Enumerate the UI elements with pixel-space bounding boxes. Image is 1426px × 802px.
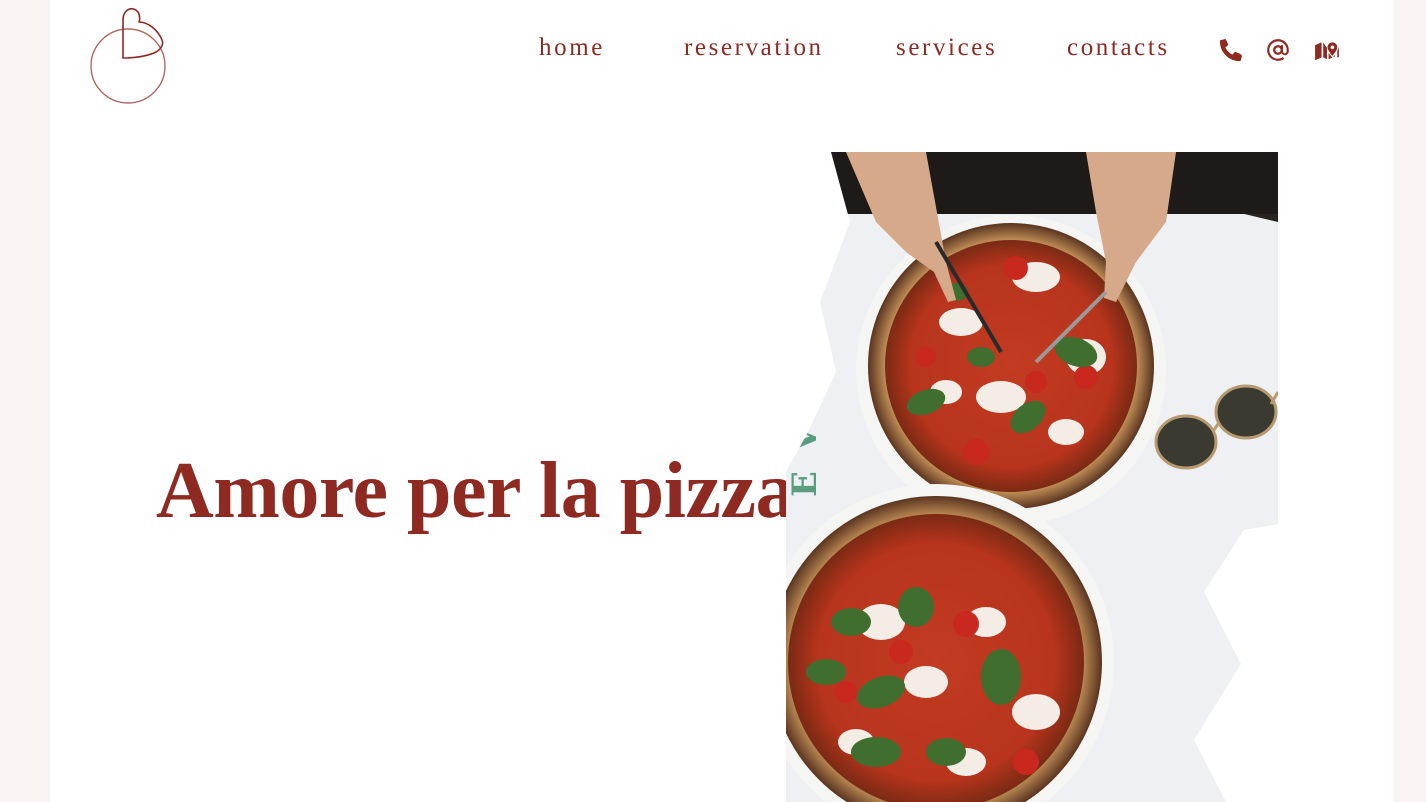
phone-icon[interactable] [1218,37,1244,63]
hero-title: Amore per la pizza [156,447,796,535]
svg-text:E: E [786,376,825,402]
nav-link-reservation[interactable]: reservation [684,34,824,62]
svg-text:E: E [786,471,825,497]
at-sign-icon[interactable] [1265,37,1291,63]
nav-link-contacts[interactable]: contacts [1067,34,1170,62]
svg-text:V: V [786,425,825,453]
map-icon[interactable] [1314,37,1340,63]
main-nav: home reservation services contacts [50,34,1394,70]
pizza-photo: K E V E [786,152,1278,802]
svg-text:K: K [786,321,825,352]
nav-link-services[interactable]: services [896,34,997,62]
nav-link-home[interactable]: home [539,34,605,62]
page: home reservation services contacts Amore… [50,0,1394,802]
